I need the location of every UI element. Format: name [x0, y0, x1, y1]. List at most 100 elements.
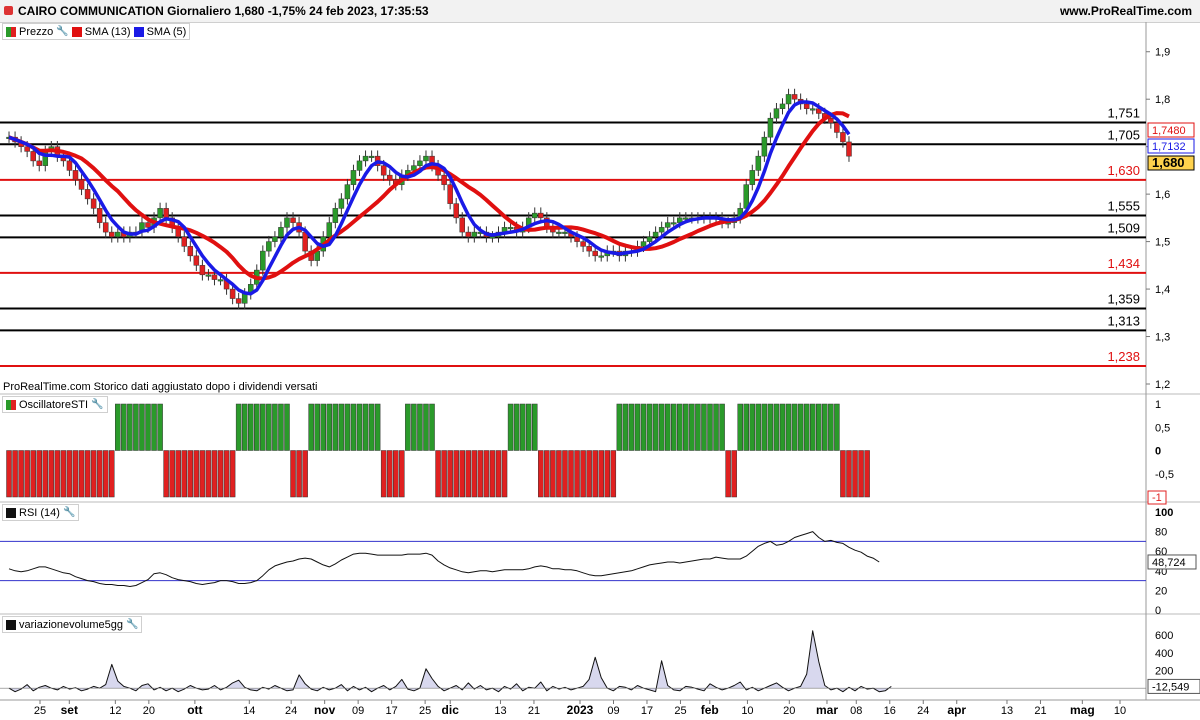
osc-bar: [272, 403, 278, 451]
candle-body: [477, 231, 484, 234]
osc-bar: [749, 403, 756, 451]
x-tick-label: 21: [1034, 705, 1046, 717]
osc-tick-label: -0,5: [1155, 469, 1174, 481]
candle-body: [640, 241, 647, 247]
osc-bar: [374, 403, 381, 451]
osc-bar: [501, 450, 508, 498]
x-tick-label: 25: [419, 705, 431, 717]
wrench-icon[interactable]: 🔧: [56, 26, 68, 37]
sma13-legend-label: SMA (13): [84, 25, 131, 38]
x-tick-label: 21: [528, 705, 540, 717]
osc-bar: [139, 403, 145, 451]
candle-body: [386, 174, 393, 181]
osc-bar: [84, 450, 91, 498]
candle-body: [532, 212, 538, 219]
osc-bar: [441, 450, 447, 498]
x-tick-label: nov: [314, 703, 336, 717]
osc-bar: [72, 450, 79, 498]
wrench-icon[interactable]: 🔧: [63, 507, 75, 518]
osc-bar: [556, 450, 562, 498]
candle-body: [429, 155, 435, 166]
last-value-tag: [1147, 122, 1195, 138]
candle-body: [247, 284, 254, 295]
sma13-line: [8, 111, 850, 281]
sti-swatch-icon: [6, 399, 16, 410]
candle-body: [393, 179, 399, 185]
osc-bar: [544, 450, 550, 498]
x-tick-label: 16: [884, 705, 896, 717]
candle-body: [423, 155, 429, 162]
candle-body: [187, 246, 194, 257]
candle-body: [761, 136, 768, 157]
osc-bar: [284, 403, 290, 451]
osc-bar: [405, 403, 411, 451]
candle-body: [169, 217, 175, 228]
osc-bar: [36, 450, 42, 498]
osc-tick-label: 0,5: [1155, 422, 1170, 434]
osc-bar: [550, 450, 556, 498]
candle-body: [683, 217, 689, 220]
rsi-tick-label: 60: [1155, 546, 1167, 558]
candle-body: [314, 250, 320, 261]
candle-body: [374, 155, 381, 166]
candle-body: [447, 184, 453, 204]
last-value-label: 1,7132: [1152, 141, 1186, 153]
candle-body: [767, 117, 774, 138]
wrench-icon[interactable]: 🔧: [91, 399, 103, 410]
candle-body: [695, 217, 701, 220]
osc-last-tag: [1147, 490, 1167, 505]
osc-bar: [822, 403, 828, 451]
osc-bar: [60, 450, 67, 498]
candle-body: [689, 217, 695, 220]
candle-body: [296, 222, 302, 233]
osc-bar: [54, 450, 61, 498]
candle-body: [121, 231, 127, 238]
osc-bar: [151, 403, 157, 451]
osc-bar: [350, 403, 357, 451]
candle-body: [24, 146, 30, 152]
osc-bar: [254, 403, 260, 451]
candle-body: [205, 274, 212, 277]
osc-bar: [459, 450, 465, 498]
level-label: 1,630: [1107, 163, 1140, 178]
osc-bar: [429, 403, 435, 451]
y-tick-label: 1,8: [1155, 94, 1170, 106]
osc-bar: [646, 403, 653, 451]
osc-bar: [689, 403, 695, 451]
candle-body: [834, 122, 840, 133]
rsi-legend: RSI (14) 🔧: [2, 504, 80, 521]
volume-swatch-icon: [6, 619, 16, 630]
osc-bar: [828, 403, 834, 451]
osc-bar: [102, 450, 109, 498]
osc-bar: [290, 450, 296, 498]
osc-bar: [6, 450, 12, 498]
sma13-swatch-icon: [71, 26, 82, 37]
x-tick-label: 20: [783, 705, 795, 717]
osc-bar: [229, 450, 236, 498]
candle-body: [658, 227, 665, 233]
candle-body: [290, 217, 296, 223]
candle-body: [544, 217, 550, 228]
osc-bar: [592, 450, 598, 498]
y-tick-label: 1,5: [1155, 237, 1170, 249]
osc-bar: [96, 450, 103, 498]
osc-bar: [223, 450, 230, 498]
osc-bar: [109, 450, 115, 498]
candle-body: [84, 189, 91, 200]
rsi-swatch-icon: [6, 507, 16, 518]
level-label: 1,509: [1107, 220, 1140, 235]
osc-bar: [743, 403, 749, 451]
osc-bar: [163, 450, 169, 498]
candle-body: [785, 94, 792, 105]
osc-bar: [78, 450, 85, 498]
candle-body: [610, 250, 617, 253]
osc-bar: [435, 450, 441, 498]
candle-body: [713, 217, 719, 220]
osc-bar: [241, 403, 248, 451]
wrench-icon[interactable]: 🔧: [126, 619, 138, 630]
last-value-tag: [1147, 155, 1195, 171]
close-box-icon[interactable]: [4, 6, 13, 15]
osc-bar: [386, 450, 393, 498]
candle-body: [598, 255, 604, 258]
osc-bar: [157, 403, 163, 451]
